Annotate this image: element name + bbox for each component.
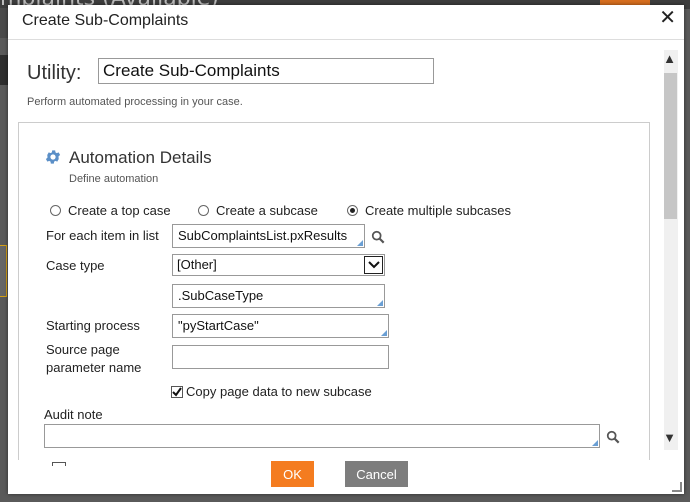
create-sub-complaints-dialog: Create Sub-Complaints ✕ ▲ ▼ Utility: Per…	[8, 5, 684, 494]
starting-process-label: Starting process	[46, 318, 140, 333]
utility-description: Perform automated processing in your cas…	[27, 96, 243, 108]
scroll-down-icon[interactable]: ▼	[663, 430, 676, 445]
background-left-highlight	[0, 245, 7, 297]
utility-label: Utility:	[27, 62, 82, 84]
chevron-down-icon[interactable]	[364, 256, 383, 274]
starting-process-value: "pyStartCase"	[178, 318, 259, 333]
subcase-type-value: .SubCaseType	[178, 288, 264, 303]
checkmark-icon	[172, 386, 182, 397]
source-page-label: Source page parameter name	[46, 341, 141, 377]
starting-process-input[interactable]: "pyStartCase"	[172, 314, 389, 338]
radio-button[interactable]	[50, 205, 61, 216]
radio-create-subcase[interactable]: Create a subcase	[198, 203, 318, 218]
copy-page-checkbox[interactable]	[171, 385, 183, 398]
audit-note-input[interactable]	[44, 424, 600, 448]
copy-page-data-option[interactable]: Copy page data to new subcase	[171, 384, 372, 399]
radio-label: Create a subcase	[216, 203, 318, 218]
autocomplete-corner-icon	[592, 440, 598, 446]
section-subtitle: Define automation	[69, 173, 159, 185]
subcase-type-input[interactable]: .SubCaseType	[172, 284, 385, 308]
ok-button[interactable]: OK	[271, 461, 314, 487]
audit-note-label: Audit note	[44, 407, 103, 422]
case-type-value: [Other]	[177, 257, 217, 272]
search-icon[interactable]	[371, 230, 385, 244]
scroll-up-icon[interactable]: ▲	[663, 51, 676, 66]
radio-create-multiple-subcases[interactable]: Create multiple subcases	[347, 203, 511, 218]
radio-button-selected[interactable]	[347, 205, 358, 216]
copy-page-label: Copy page data to new subcase	[186, 384, 372, 399]
partially-hidden-checkbox[interactable]	[52, 462, 66, 466]
autocomplete-corner-icon	[377, 300, 383, 306]
radio-label: Create a top case	[68, 203, 171, 218]
autocomplete-corner-icon	[381, 330, 387, 336]
dialog-title: Create Sub-Complaints	[22, 12, 189, 29]
section-title: Automation Details	[69, 148, 212, 167]
dialog-footer: OK Cancel	[8, 460, 684, 494]
scroll-thumb[interactable]	[664, 73, 677, 219]
dialog-header: Create Sub-Complaints ✕	[8, 5, 684, 40]
resize-handle[interactable]	[672, 482, 682, 492]
close-icon[interactable]: ✕	[659, 8, 676, 28]
search-icon[interactable]	[606, 430, 620, 444]
for-each-value: SubComplaintsList.pxResults	[178, 228, 348, 243]
source-page-label-line1: Source page	[46, 342, 120, 357]
radio-create-top-case[interactable]: Create a top case	[50, 203, 171, 218]
for-each-label: For each item in list	[46, 228, 159, 243]
for-each-input[interactable]: SubComplaintsList.pxResults	[172, 224, 365, 248]
gear-icon	[45, 150, 61, 164]
radio-label: Create multiple subcases	[365, 203, 511, 218]
utility-name-input[interactable]	[98, 58, 434, 84]
autocomplete-corner-icon	[357, 240, 363, 246]
radio-button[interactable]	[198, 205, 209, 216]
source-page-input[interactable]	[172, 345, 389, 369]
case-type-label: Case type	[46, 258, 105, 273]
cancel-button[interactable]: Cancel	[345, 461, 408, 487]
source-page-label-line2: parameter name	[46, 360, 142, 375]
case-type-select[interactable]: [Other]	[172, 254, 385, 276]
